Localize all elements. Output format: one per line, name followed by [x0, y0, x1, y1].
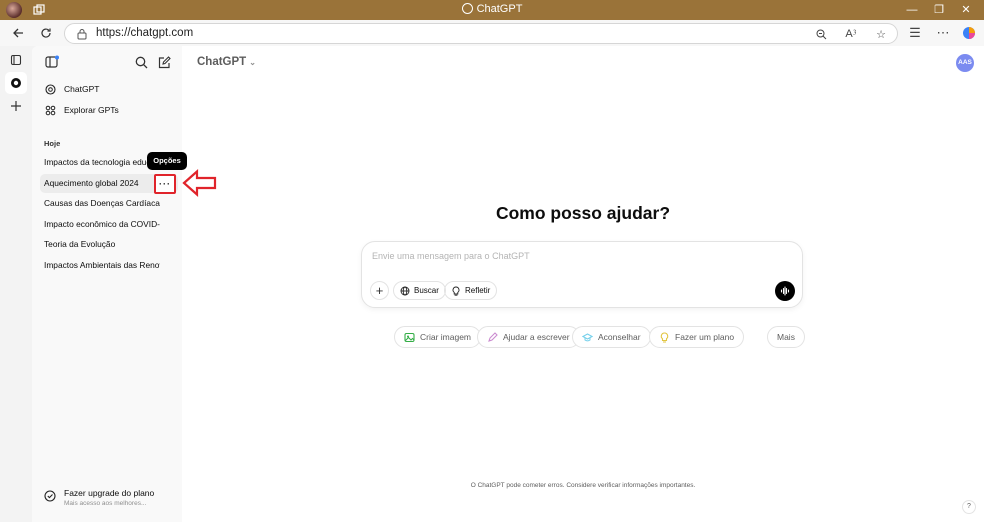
back-button[interactable] — [8, 23, 28, 43]
nav-chatgpt-label: ChatGPT — [64, 84, 100, 94]
main-area: ChatGPT ⌄ AAS Como posso ajudar? Envie um… — [182, 46, 984, 522]
suggestion-label: Criar imagem — [420, 332, 472, 342]
copilot-icon[interactable] — [961, 25, 977, 41]
conversation-options-button[interactable]: ··· — [154, 174, 176, 194]
upgrade-plan-button[interactable]: Fazer upgrade do plano Mais acesso aos m… — [44, 488, 154, 507]
browser-sidebar — [0, 46, 32, 522]
favorites-icon[interactable]: ☰ — [907, 25, 923, 41]
chatgpt-logo-icon — [44, 83, 56, 95]
search-web-button[interactable]: Buscar — [393, 281, 446, 300]
lightbulb-icon — [451, 286, 461, 296]
zoom-icon[interactable] — [813, 26, 829, 42]
conversation-title: Aquecimento global 2024 — [44, 178, 139, 188]
reason-label: Refletir — [465, 286, 491, 295]
image-icon — [404, 332, 415, 343]
waveform-icon — [780, 286, 790, 296]
upgrade-title: Fazer upgrade do plano — [64, 488, 155, 498]
conversation-item[interactable]: Causas das Doenças Cardíacas — [40, 194, 160, 213]
grid-icon — [44, 104, 56, 116]
upgrade-subtitle: Mais acesso aos melhores... — [64, 500, 147, 507]
browser-toolbar: https://chatgpt.com A⁳ ☆ ☰ ⋯ — [0, 20, 984, 46]
options-tooltip: Opções — [147, 152, 187, 170]
more-menu-icon[interactable]: ⋯ — [935, 25, 951, 41]
url-text[interactable]: https://chatgpt.com — [96, 27, 193, 39]
new-chat-icon[interactable] — [156, 54, 172, 70]
window-titlebar: ChatGPT — ❐ ✕ — [0, 0, 984, 20]
suggestion-label: Aconselhar — [598, 332, 641, 342]
model-selector[interactable]: ChatGPT ⌄ — [197, 56, 256, 68]
conversation-item[interactable]: Impactos Ambientais das Renov — [40, 256, 160, 275]
page-headline: Como posso ajudar? — [495, 203, 671, 223]
upgrade-badge-icon — [44, 490, 56, 502]
restore-button[interactable]: ❐ — [931, 2, 947, 18]
suggestion-help-write[interactable]: Ajudar a escrever — [477, 326, 580, 348]
suggestion-create-image[interactable]: Criar imagem — [394, 326, 482, 348]
refresh-button[interactable] — [36, 23, 56, 43]
address-bar[interactable]: https://chatgpt.com A⁳ ☆ — [64, 23, 898, 44]
search-web-label: Buscar — [414, 286, 439, 295]
new-tab-plus-icon[interactable] — [8, 98, 24, 114]
user-avatar[interactable]: AAS — [956, 54, 974, 72]
suggestion-more[interactable]: Mais — [767, 326, 805, 348]
conversation-item[interactable]: Impacto econômico da COVID-1 — [40, 215, 160, 234]
message-input[interactable]: Envie uma mensagem para o ChatGPT — [372, 251, 530, 261]
window-title: ChatGPT — [0, 3, 984, 15]
suggestion-label: Fazer um plano — [675, 332, 735, 342]
chevron-down-icon: ⌄ — [249, 58, 256, 67]
section-label-today: Hoje — [44, 139, 61, 148]
help-button[interactable]: ? — [962, 500, 976, 514]
suggestion-label: Ajudar a escrever — [503, 332, 570, 342]
bulb-icon — [659, 331, 670, 343]
page-content: ChatGPT Explorar GPTs Hoje Impactos da t… — [32, 46, 984, 522]
conversation-item[interactable]: Teoria da Evolução — [40, 235, 160, 254]
reason-button[interactable]: Refletir — [444, 281, 498, 300]
toggle-sidebar-icon[interactable] — [44, 54, 60, 70]
chatgpt-logo-icon — [461, 3, 473, 14]
voice-mode-button[interactable] — [775, 281, 795, 301]
close-button[interactable]: ✕ — [958, 2, 974, 18]
conversation-item[interactable]: Impactos da tecnologia educ — [40, 153, 160, 172]
model-name: ChatGPT — [197, 56, 247, 68]
nav-explore-gpts-label: Explorar GPTs — [64, 105, 119, 115]
back-arrow-icon — [13, 28, 23, 38]
message-composer: Envie uma mensagem para o ChatGPT + Busc… — [361, 241, 803, 308]
chatgpt-tab-icon[interactable] — [5, 72, 27, 94]
globe-icon — [400, 286, 410, 296]
window-title-text: ChatGPT — [476, 3, 523, 15]
lock-icon — [77, 29, 87, 40]
read-aloud-icon[interactable]: A⁳ — [843, 26, 859, 42]
chat-sidebar: ChatGPT Explorar GPTs Hoje Impactos da t… — [32, 46, 182, 522]
nav-explore-gpts[interactable]: Explorar GPTs — [44, 100, 119, 120]
search-icon[interactable] — [133, 54, 149, 70]
suggestion-advise[interactable]: Aconselhar — [572, 326, 651, 348]
hat-icon — [582, 332, 593, 343]
attach-plus-button[interactable]: + — [370, 281, 389, 300]
suggestion-label: Mais — [777, 332, 795, 342]
refresh-icon — [41, 28, 51, 38]
favorite-star-icon[interactable]: ☆ — [873, 26, 889, 42]
tab-actions-icon[interactable] — [8, 52, 24, 68]
suggestion-make-plan[interactable]: Fazer um plano — [649, 326, 745, 348]
pen-icon — [487, 331, 498, 343]
minimize-button[interactable]: — — [904, 2, 920, 18]
nav-chatgpt[interactable]: ChatGPT — [44, 79, 99, 99]
disclaimer-text: O ChatGPT pode cometer erros. Considere … — [470, 482, 696, 489]
